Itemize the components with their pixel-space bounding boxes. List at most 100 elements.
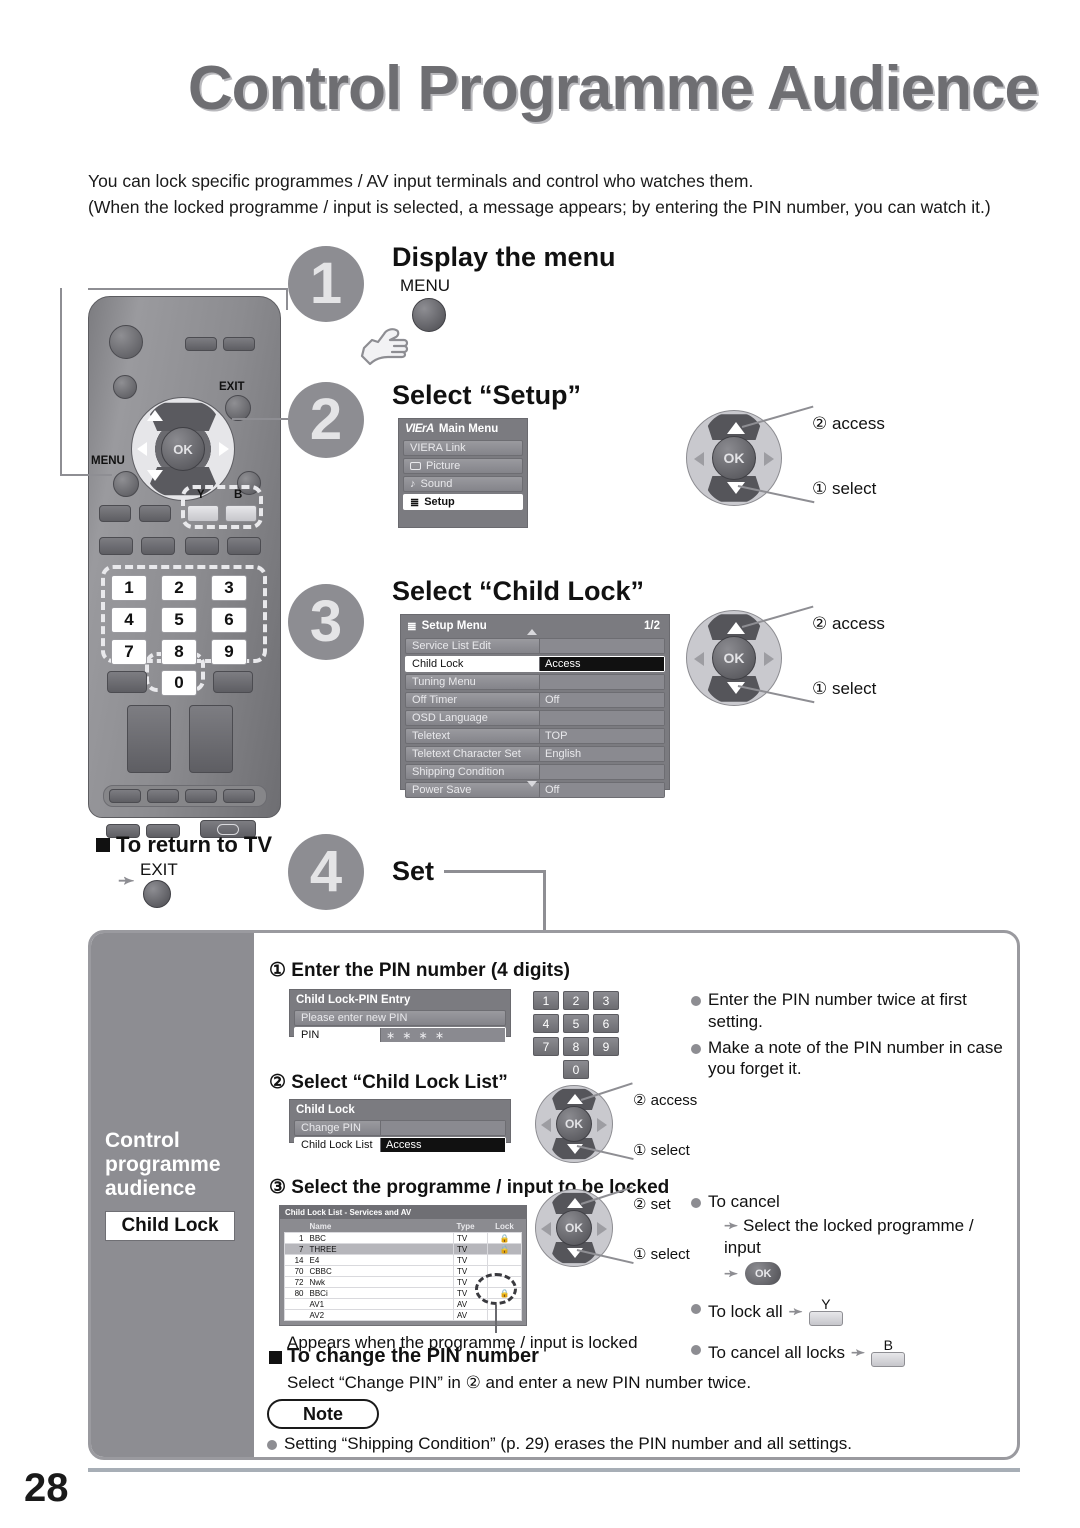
remote-key-5[interactable]: 5 — [161, 607, 197, 633]
dpad-right-arrow-icon — [764, 452, 774, 466]
child-lock-row-change-pin[interactable]: Change PIN — [294, 1120, 506, 1136]
note-to-cancel-step1: Select the locked programme / input — [724, 1215, 974, 1257]
remote-key-3[interactable]: 3 — [211, 575, 247, 601]
remote-key-2[interactable]: 2 — [161, 575, 197, 601]
remote-ok-button[interactable]: OK — [161, 427, 205, 471]
main-menu-item-viera-link[interactable]: VIERA Link — [403, 440, 523, 456]
setup-menu-row[interactable]: Teletext Character Set English — [405, 746, 665, 762]
setup-menu-panel: ≣ Setup Menu 1/2 Service List Edit Child … — [400, 614, 670, 798]
function-button-4[interactable] — [227, 537, 261, 555]
setup-menu-row[interactable]: Shipping Condition — [405, 764, 665, 780]
setup-menu-row-value — [539, 765, 664, 779]
keypad-key-8[interactable]: 8 — [563, 1037, 589, 1056]
top-rect-button-1[interactable] — [185, 337, 217, 351]
note-chip: Note — [267, 1399, 379, 1429]
table-row[interactable]: 7 THREE TV 🔒 — [284, 1243, 522, 1255]
channel-rocker-left[interactable] — [127, 705, 171, 773]
top-rect-button-2[interactable] — [223, 337, 255, 351]
remote-key-6[interactable]: 6 — [211, 607, 247, 633]
bottom-button-1[interactable] — [109, 789, 141, 803]
setup-menu-row-value: Access — [539, 657, 664, 671]
pin-entry-message-text: Please enter new PIN — [301, 1012, 408, 1024]
table-row[interactable]: AV2 AV — [284, 1309, 522, 1321]
pin-keypad[interactable]: 1 2 3 4 5 6 7 8 9 0 — [533, 991, 619, 1079]
dpad-left-arrow-icon — [541, 1118, 551, 1132]
note-ok-button[interactable]: OK — [745, 1262, 782, 1286]
remote-colour-b-button[interactable] — [225, 505, 257, 522]
setup-menu-row[interactable]: Child Lock Access — [405, 656, 665, 672]
main-menu-item-picture[interactable]: Picture — [403, 458, 523, 474]
bottom-button-3[interactable] — [185, 789, 217, 803]
main-menu-title: VIErA Main Menu — [399, 419, 527, 438]
remote-key-1[interactable]: 1 — [111, 575, 147, 601]
secondary-round-button[interactable] — [113, 375, 137, 399]
nav-ok-button[interactable]: OK — [556, 1106, 592, 1142]
child-lock-row-list[interactable]: Child Lock List Access — [294, 1137, 506, 1153]
setup-menu-row-value — [539, 711, 664, 725]
colour-button-2[interactable] — [139, 505, 171, 522]
setup-menu-row-label: Off Timer — [412, 694, 458, 706]
cancel-all-key-button[interactable] — [871, 1352, 906, 1368]
table-header-name: Name — [306, 1221, 454, 1233]
bottom-button-4[interactable] — [223, 789, 255, 803]
main-menu-item-setup[interactable]: ≣ Setup — [403, 494, 523, 510]
keypad-right-button[interactable] — [213, 671, 253, 693]
bottom-button-2[interactable] — [147, 789, 179, 803]
remote-key-7[interactable]: 7 — [111, 639, 147, 665]
remote-key-4[interactable]: 4 — [111, 607, 147, 633]
pin-entry-field[interactable]: PIN ∗ ∗ ∗ ∗ — [294, 1027, 506, 1043]
function-button-2[interactable] — [141, 537, 175, 555]
setup-menu-row[interactable]: Off Timer Off — [405, 692, 665, 708]
table-cell-type: AV — [453, 1309, 488, 1321]
keypad-key-5[interactable]: 5 — [563, 1014, 589, 1033]
keypad-key-4[interactable]: 4 — [533, 1014, 559, 1033]
remote-key-9[interactable]: 9 — [211, 639, 247, 665]
keypad-left-button[interactable] — [107, 671, 147, 693]
power-button[interactable] — [109, 325, 143, 359]
lock-all-key-button[interactable] — [808, 1311, 843, 1327]
leader-line-menu — [88, 288, 288, 290]
setup-menu-row-value: Off — [539, 693, 664, 707]
nav-ok-button[interactable]: OK — [712, 636, 756, 680]
page-title: Control Programme Audience — [187, 54, 1039, 123]
menu-button-caption: MENU — [400, 276, 451, 295]
main-menu-item-label: VIERA Link — [410, 442, 466, 454]
keypad-key-1[interactable]: 1 — [533, 991, 559, 1010]
setup-menu-row[interactable]: OSD Language — [405, 710, 665, 726]
setup-menu-row-label: Child Lock — [412, 658, 464, 670]
function-button-1[interactable] — [99, 537, 133, 555]
table-cell-type: TV — [453, 1232, 488, 1244]
leader-line-ok — [232, 418, 288, 420]
setup-menu-row-value — [539, 639, 664, 653]
keypad-key-7[interactable]: 7 — [533, 1037, 559, 1056]
keypad-key-0[interactable]: 0 — [563, 1060, 589, 1079]
arrow-right-icon: ➛ — [724, 1263, 739, 1283]
keypad-key-9[interactable]: 9 — [593, 1037, 619, 1056]
setup-menu-row[interactable]: Tuning Menu — [405, 674, 665, 690]
pointing-hand-icon — [360, 328, 409, 366]
remote-exit-label: EXIT — [219, 381, 245, 393]
remote-colour-y-button[interactable] — [187, 505, 219, 522]
remote-key-0[interactable]: 0 — [161, 670, 197, 696]
remote-menu-button[interactable] — [113, 471, 139, 497]
nav-caption-access-2: ② access — [812, 614, 885, 633]
set-connector-h — [444, 870, 546, 873]
nav-ok-button[interactable]: OK — [556, 1210, 592, 1246]
exit-button-illustration[interactable] — [143, 880, 171, 908]
table-row[interactable]: 1 BBC TV 🔒 — [284, 1232, 522, 1244]
main-menu-item-sound[interactable]: ♪ Sound — [403, 476, 523, 492]
keypad-key-3[interactable]: 3 — [593, 991, 619, 1010]
setup-menu-row[interactable]: Service List Edit — [405, 638, 665, 654]
channel-rocker-right[interactable] — [189, 705, 233, 773]
dpad-right-arrow-icon — [597, 1222, 607, 1236]
keypad-key-2[interactable]: 2 — [563, 991, 589, 1010]
child-lock-dialog-title: Child Lock — [296, 1104, 355, 1116]
function-button-3[interactable] — [185, 537, 219, 555]
colour-button-1[interactable] — [99, 505, 131, 522]
keypad-key-6[interactable]: 6 — [593, 1014, 619, 1033]
setup-menu-row[interactable]: Teletext TOP — [405, 728, 665, 744]
arrow-right-icon: ➛ — [788, 1301, 803, 1321]
remote-key-8[interactable]: 8 — [161, 639, 197, 665]
table-row[interactable]: 14 E4 TV — [284, 1254, 522, 1266]
nav-ok-button[interactable]: OK — [712, 436, 756, 480]
